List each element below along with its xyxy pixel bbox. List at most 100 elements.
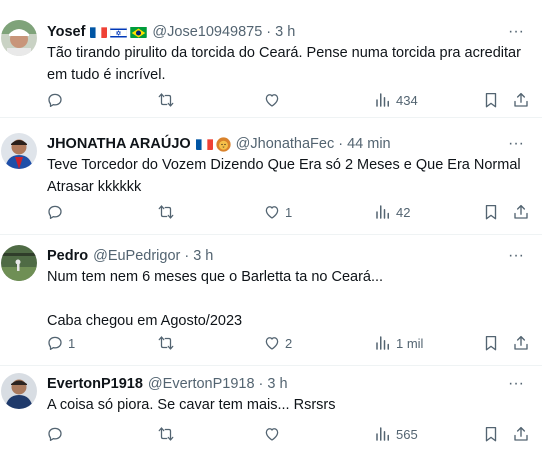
tweet-text: Tão tirando pirulito da torcida do Ceará…: [47, 45, 521, 83]
retweet-button[interactable]: [157, 424, 179, 444]
share-icon: [514, 204, 528, 219]
tweet-text: Num tem nem 6 meses que o Barletta ta no…: [47, 269, 384, 329]
heart-icon: [265, 206, 279, 219]
share-button[interactable]: [512, 202, 530, 222]
like-button[interactable]: 1: [263, 202, 292, 222]
tweet-text: A coisa só piora. Se cavar tem mais... R…: [47, 397, 336, 413]
tweet[interactable]: JHONATHA ARAÚJO @JhonathaFec · 44 min ··…: [0, 118, 542, 235]
reply-icon: [48, 336, 62, 351]
view-count: 565: [396, 426, 418, 442]
display-name[interactable]: EvertonP1918: [47, 375, 143, 393]
more-options-button[interactable]: ···: [506, 375, 526, 393]
separator-dot: ·: [258, 376, 264, 392]
view-count: 434: [396, 92, 418, 108]
reply-icon: [48, 93, 62, 108]
retweet-button[interactable]: [157, 202, 179, 222]
like-count: 1: [285, 204, 293, 220]
name-emojis: [90, 26, 148, 38]
reply-button[interactable]: [46, 424, 68, 444]
views-button[interactable]: 1 mil: [374, 333, 423, 353]
tweet[interactable]: Pedro @EuPedrigor · 3 h ··· Num tem nem …: [0, 235, 542, 366]
timestamp[interactable]: 3 h: [267, 375, 287, 393]
lion-icon: [216, 136, 231, 152]
action-bar: 1 42: [0, 202, 542, 222]
retweet-button[interactable]: [157, 90, 179, 110]
bookmark-icon: [485, 335, 497, 351]
avatar[interactable]: [1, 133, 37, 169]
views-button[interactable]: 565: [374, 424, 418, 444]
display-name[interactable]: Yosef: [47, 23, 85, 41]
avatar[interactable]: [1, 20, 37, 56]
share-icon: [514, 335, 528, 350]
views-button[interactable]: 42: [374, 202, 410, 222]
reply-button[interactable]: [46, 202, 68, 222]
brazil-flag-icon: [130, 26, 148, 38]
retweet-icon: [158, 336, 174, 350]
analytics-icon: [376, 205, 389, 219]
user-handle[interactable]: @EvertonP1918: [148, 375, 255, 393]
france-flag-icon: [195, 138, 213, 150]
display-name[interactable]: JHONATHA ARAÚJO: [47, 135, 191, 153]
tweet[interactable]: Yosef @Jose10949875 · 3 h ··· Tão tirand…: [0, 0, 542, 118]
more-options-button[interactable]: ···: [506, 23, 526, 41]
tweet-header: JHONATHA ARAÚJO @JhonathaFec · 44 min: [47, 135, 391, 153]
france-flag-icon: [90, 26, 108, 38]
share-icon: [514, 92, 528, 107]
views-button[interactable]: 434: [374, 90, 418, 110]
share-button[interactable]: [512, 424, 530, 444]
action-bar: 565: [0, 424, 542, 444]
more-options-button[interactable]: ···: [506, 247, 526, 265]
name-emojis: [195, 136, 231, 152]
bookmark-icon: [485, 204, 497, 220]
reply-icon: [48, 205, 62, 220]
timestamp[interactable]: 3 h: [275, 23, 295, 41]
bookmark-button[interactable]: [482, 202, 500, 222]
bookmark-button[interactable]: [482, 424, 500, 444]
heart-icon: [265, 337, 279, 350]
tweet-header: Pedro @EuPedrigor · 3 h: [47, 247, 213, 265]
heart-icon: [265, 428, 279, 441]
user-handle[interactable]: @Jose10949875: [152, 23, 262, 41]
analytics-icon: [376, 427, 389, 441]
heart-icon: [265, 94, 279, 107]
bookmark-icon: [485, 92, 497, 108]
more-options-button[interactable]: ···: [506, 135, 526, 153]
retweet-button[interactable]: [157, 333, 179, 353]
reply-button[interactable]: [46, 90, 68, 110]
like-button[interactable]: [263, 424, 285, 444]
retweet-icon: [158, 427, 174, 441]
bookmark-button[interactable]: [482, 90, 500, 110]
like-button[interactable]: [263, 90, 285, 110]
share-button[interactable]: [512, 90, 530, 110]
share-button[interactable]: [512, 333, 530, 353]
reply-feed: Yosef @Jose10949875 · 3 h ··· Tão tirand…: [0, 0, 542, 455]
avatar[interactable]: [1, 373, 37, 409]
reply-count: 1: [68, 335, 76, 351]
separator-dot: ·: [338, 136, 344, 152]
like-count: 2: [285, 335, 293, 351]
tweet[interactable]: EvertonP1918 @EvertonP1918 · 3 h ··· A c…: [0, 366, 542, 455]
user-handle[interactable]: @JhonathaFec: [236, 135, 335, 153]
reply-button[interactable]: 1: [46, 333, 75, 353]
separator-dot: ·: [184, 248, 190, 264]
display-name[interactable]: Pedro: [47, 247, 88, 265]
share-icon: [514, 426, 528, 441]
tweet-header: Yosef @Jose10949875 · 3 h: [47, 23, 295, 41]
analytics-icon: [376, 336, 389, 350]
avatar[interactable]: [1, 245, 37, 281]
retweet-icon: [158, 205, 174, 219]
view-count: 42: [396, 204, 411, 220]
israel-flag-icon: [110, 26, 128, 38]
action-bar: 434: [0, 90, 542, 110]
timestamp[interactable]: 44 min: [347, 135, 391, 153]
tweet-header: EvertonP1918 @EvertonP1918 · 3 h: [47, 375, 288, 393]
bookmark-button[interactable]: [482, 333, 500, 353]
analytics-icon: [376, 93, 389, 107]
timestamp[interactable]: 3 h: [193, 247, 213, 265]
like-button[interactable]: 2: [263, 333, 292, 353]
retweet-icon: [158, 93, 174, 107]
user-handle[interactable]: @EuPedrigor: [93, 247, 180, 265]
bookmark-icon: [485, 426, 497, 442]
action-bar: 1 2 1 mil: [0, 333, 542, 353]
view-count: 1 mil: [396, 335, 424, 351]
